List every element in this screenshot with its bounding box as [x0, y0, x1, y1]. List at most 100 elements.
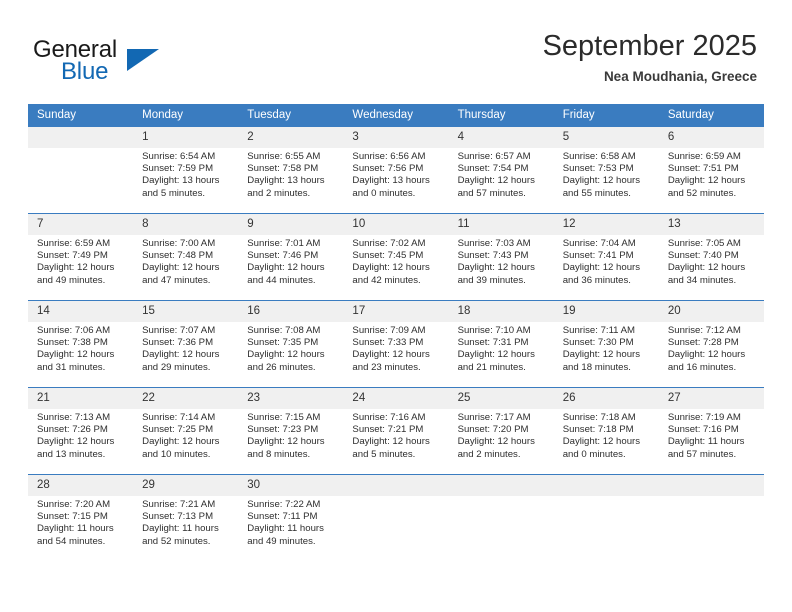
daylight-text: Daylight: 12 hours and 10 minutes. [142, 436, 220, 460]
daylight-text: Daylight: 12 hours and 29 minutes. [142, 349, 220, 373]
day-number: 20 [658, 301, 764, 322]
calendar-day-cell[interactable]: 17 Sunrise: 7:09 AM Sunset: 7:33 PM Dayligh… [343, 300, 449, 388]
sunset-text: Sunset: 7:35 PM [247, 337, 319, 349]
calendar-day-cell[interactable]: 20 Sunrise: 7:12 AM Sunset: 7:28 PM Dayligh… [658, 300, 764, 388]
calendar-day-cell[interactable]: 27 Sunrise: 7:19 AM Sunset: 7:16 PM Dayligh… [658, 387, 764, 475]
calendar-day-cell[interactable]: 26 Sunrise: 7:18 AM Sunset: 7:18 PM Dayligh… [553, 387, 659, 475]
sunrise-text: Sunrise: 7:09 AM [352, 325, 426, 336]
calendar-day-cell[interactable]: 30 Sunrise: 7:22 AM Sunset: 7:11 PM Dayligh… [238, 474, 344, 561]
day-number [553, 475, 659, 496]
calendar-day-cell[interactable]: 19 Sunrise: 7:11 AM Sunset: 7:30 PM Dayligh… [553, 300, 659, 388]
day-number: 11 [448, 214, 554, 235]
sunset-text: Sunset: 7:43 PM [457, 250, 529, 262]
sunset-text: Sunset: 7:58 PM [247, 163, 319, 175]
day-number: 7 [28, 214, 134, 235]
daylight-text: Daylight: 11 hours and 49 minutes. [247, 523, 324, 547]
calendar-day-cell[interactable]: 2 Sunrise: 6:55 AM Sunset: 7:58 PM Daylight… [238, 126, 344, 214]
sunset-text: Sunset: 7:51 PM [667, 163, 739, 175]
day-details: Sunrise: 7:22 AM Sunset: 7:11 PM Daylight:… [238, 496, 343, 548]
sunset-text: Sunset: 7:33 PM [352, 337, 424, 349]
calendar-day-cell[interactable]: 25 Sunrise: 7:17 AM Sunset: 7:20 PM Dayligh… [448, 387, 554, 475]
day-details: Sunrise: 7:05 AM Sunset: 7:40 PM Daylight:… [659, 235, 764, 287]
day-details: Sunrise: 7:18 AM Sunset: 7:18 PM Daylight:… [554, 409, 659, 461]
calendar-day-cell[interactable]: 3 Sunrise: 6:56 AM Sunset: 7:56 PM Daylight… [343, 126, 449, 214]
calendar-day-cell[interactable]: 11 Sunrise: 7:03 AM Sunset: 7:43 PM Dayligh… [448, 213, 554, 301]
calendar-week-row: 7 Sunrise: 6:59 AM Sunset: 7:49 PM Daylight… [28, 213, 764, 301]
day-details: Sunrise: 7:03 AM Sunset: 7:43 PM Daylight:… [449, 235, 554, 287]
sunrise-text: Sunrise: 6:59 AM [667, 151, 741, 162]
sunrise-text: Sunrise: 7:11 AM [562, 325, 636, 336]
calendar-week-row: 28 Sunrise: 7:20 AM Sunset: 7:15 PM Dayligh… [28, 474, 764, 561]
calendar-day-cell[interactable]: 24 Sunrise: 7:16 AM Sunset: 7:21 PM Dayligh… [343, 387, 449, 475]
daylight-text: Daylight: 12 hours and 18 minutes. [562, 349, 641, 373]
calendar-day-cell[interactable]: 10 Sunrise: 7:02 AM Sunset: 7:45 PM Dayligh… [343, 213, 449, 301]
sunset-text: Sunset: 7:21 PM [352, 424, 424, 436]
calendar-day-cell[interactable]: 5 Sunrise: 6:58 AM Sunset: 7:53 PM Daylight… [553, 126, 659, 214]
calendar-day-cell[interactable]: 18 Sunrise: 7:10 AM Sunset: 7:31 PM Dayligh… [448, 300, 554, 388]
calendar-day-cell[interactable]: 23 Sunrise: 7:15 AM Sunset: 7:23 PM Dayligh… [238, 387, 344, 475]
calendar-day-cell[interactable]: 8 Sunrise: 7:00 AM Sunset: 7:48 PM Daylight… [133, 213, 239, 301]
daylight-text: Daylight: 11 hours and 54 minutes. [37, 523, 114, 547]
day-number: 29 [133, 475, 239, 496]
sunrise-text: Sunrise: 7:19 AM [667, 412, 741, 423]
sunrise-text: Sunrise: 6:56 AM [352, 151, 426, 162]
day-number [28, 127, 134, 148]
calendar-day-cell[interactable]: 9 Sunrise: 7:01 AM Sunset: 7:46 PM Daylight… [238, 213, 344, 301]
calendar-day-cell[interactable]: 4 Sunrise: 6:57 AM Sunset: 7:54 PM Daylight… [448, 126, 554, 214]
calendar-day-cell[interactable]: 15 Sunrise: 7:07 AM Sunset: 7:36 PM Dayligh… [133, 300, 239, 388]
calendar-day-cell[interactable]: 21 Sunrise: 7:13 AM Sunset: 7:26 PM Dayligh… [28, 387, 134, 475]
day-details: Sunrise: 7:14 AM Sunset: 7:25 PM Daylight:… [133, 409, 238, 461]
sunset-text: Sunset: 7:26 PM [37, 424, 108, 436]
sunset-text: Sunset: 7:28 PM [667, 337, 739, 349]
day-number: 8 [133, 214, 239, 235]
calendar-day-cell[interactable]: 28 Sunrise: 7:20 AM Sunset: 7:15 PM Dayligh… [28, 474, 134, 561]
calendar-grid: Sunday Monday Tuesday Wednesday Thursday… [28, 104, 764, 561]
sunrise-text: Sunrise: 7:06 AM [37, 325, 111, 336]
sunset-text: Sunset: 7:48 PM [142, 250, 214, 262]
sunrise-text: Sunrise: 7:02 AM [352, 238, 426, 249]
day-number [343, 475, 449, 496]
sunrise-text: Sunrise: 7:20 AM [37, 499, 111, 510]
daylight-text: Daylight: 12 hours and 49 minutes. [37, 262, 115, 286]
day-details: Sunrise: 7:11 AM Sunset: 7:30 PM Daylight:… [554, 322, 659, 374]
daylight-text: Daylight: 13 hours and 5 minutes. [142, 175, 220, 199]
calendar-day-cell-empty [553, 474, 659, 561]
brand-logo[interactable]: General Blue [33, 36, 283, 90]
weekday-header-tuesday: Tuesday [238, 104, 344, 127]
day-number: 10 [343, 214, 449, 235]
sunset-text: Sunset: 7:45 PM [352, 250, 424, 262]
daylight-text: Daylight: 13 hours and 0 minutes. [352, 175, 430, 199]
day-number: 28 [28, 475, 134, 496]
sunrise-text: Sunrise: 7:15 AM [247, 412, 321, 423]
day-number: 3 [343, 127, 449, 148]
sunrise-text: Sunrise: 7:00 AM [142, 238, 216, 249]
sunset-text: Sunset: 7:25 PM [142, 424, 214, 436]
calendar-day-cell[interactable]: 1 Sunrise: 6:54 AM Sunset: 7:59 PM Daylight… [133, 126, 239, 214]
title-block: September 2025 Nea Moudhania, Greece [543, 30, 757, 84]
calendar-day-cell[interactable]: 13 Sunrise: 7:05 AM Sunset: 7:40 PM Dayligh… [658, 213, 764, 301]
calendar-day-cell[interactable]: 16 Sunrise: 7:08 AM Sunset: 7:35 PM Dayligh… [238, 300, 344, 388]
day-number: 5 [553, 127, 659, 148]
sunset-text: Sunset: 7:16 PM [667, 424, 739, 436]
day-number: 27 [658, 388, 764, 409]
day-number: 6 [658, 127, 764, 148]
day-details: Sunrise: 7:19 AM Sunset: 7:16 PM Daylight:… [659, 409, 764, 461]
calendar-day-cell[interactable]: 6 Sunrise: 6:59 AM Sunset: 7:51 PM Daylight… [658, 126, 764, 214]
sunset-text: Sunset: 7:59 PM [142, 163, 214, 175]
day-details: Sunrise: 7:06 AM Sunset: 7:38 PM Daylight:… [28, 322, 133, 374]
daylight-text: Daylight: 12 hours and 55 minutes. [562, 175, 641, 199]
calendar-day-cell[interactable]: 22 Sunrise: 7:14 AM Sunset: 7:25 PM Dayligh… [133, 387, 239, 475]
daylight-text: Daylight: 12 hours and 5 minutes. [352, 436, 430, 460]
calendar-day-cell[interactable]: 14 Sunrise: 7:06 AM Sunset: 7:38 PM Dayligh… [28, 300, 134, 388]
day-number: 4 [448, 127, 554, 148]
calendar-day-cell[interactable]: 29 Sunrise: 7:21 AM Sunset: 7:13 PM Dayligh… [133, 474, 239, 561]
calendar-day-cell-empty [28, 126, 134, 214]
sunrise-text: Sunrise: 6:58 AM [562, 151, 636, 162]
sunset-text: Sunset: 7:31 PM [457, 337, 529, 349]
calendar-day-cell[interactable]: 12 Sunrise: 7:04 AM Sunset: 7:41 PM Dayligh… [553, 213, 659, 301]
calendar-day-cell[interactable]: 7 Sunrise: 6:59 AM Sunset: 7:49 PM Daylight… [28, 213, 134, 301]
daylight-text: Daylight: 12 hours and 52 minutes. [667, 175, 746, 199]
daylight-text: Daylight: 11 hours and 52 minutes. [142, 523, 219, 547]
day-number [448, 475, 554, 496]
sunset-text: Sunset: 7:46 PM [247, 250, 319, 262]
